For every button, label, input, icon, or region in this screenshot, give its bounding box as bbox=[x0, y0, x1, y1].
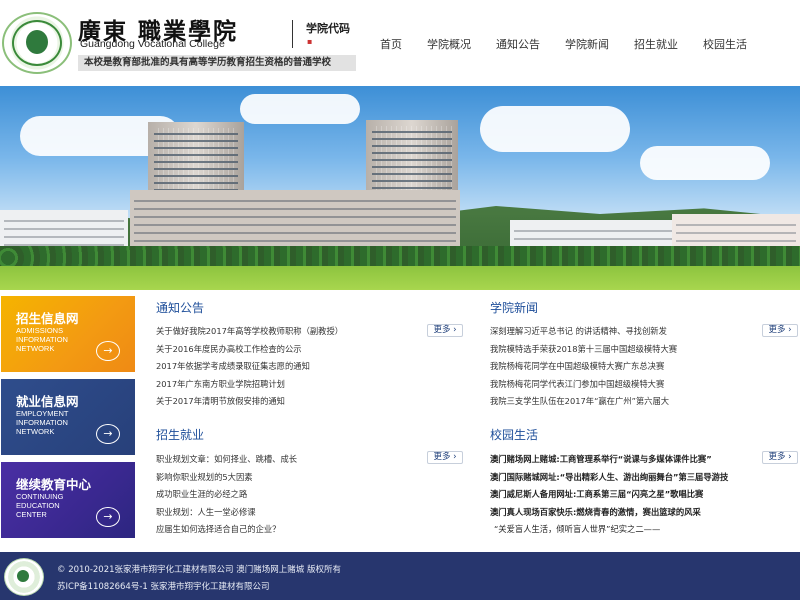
news-list: 深刻理解习近平总书记 的讲话精神、寻找创新发 我院模特选手荣获2018第十三届中… bbox=[490, 323, 758, 411]
news-heading[interactable]: 学院新闻 bbox=[490, 299, 538, 316]
footer-copyright: © 2010-2021张家港市翔宇化工建材有限公司 澳门赌场网上赌城 版权所有 bbox=[57, 565, 341, 575]
continuing-en: CONTINUING EDUCATION CENTER bbox=[16, 492, 64, 519]
continuing-title: 继续教育中心 bbox=[16, 477, 92, 492]
campus-more-button[interactable]: 更多 › bbox=[762, 451, 798, 464]
list-item[interactable]: “关爱盲人生活，倾听盲人世界”纪实之二—— bbox=[490, 521, 758, 539]
arrow-right-icon[interactable]: → bbox=[96, 341, 120, 361]
main-nav: 首页 学院概况 通知公告 学院新闻 招生就业 校园生活 bbox=[380, 36, 747, 54]
arrow-right-icon[interactable]: → bbox=[96, 424, 120, 444]
list-item[interactable]: 职业规划：人生一堂必修课 bbox=[156, 504, 424, 522]
list-item[interactable]: 澳门赌场网上赌城:工商管理系举行“说课与多媒体课件比赛” bbox=[490, 451, 758, 469]
nav-about[interactable]: 学院概况 bbox=[427, 36, 471, 54]
nav-notices[interactable]: 通知公告 bbox=[496, 36, 540, 54]
admission-title: 招生信息网 bbox=[16, 311, 79, 326]
notices-list: 关于做好我院2017年高等学校教师职称（副教授） 关于2016年度民办高校工作检… bbox=[156, 323, 424, 411]
list-item[interactable]: 我院杨梅花同学代表江门参加中国超级模特大赛 bbox=[490, 376, 758, 394]
list-item[interactable]: 影响你职业规划的5大因素 bbox=[156, 469, 424, 487]
list-item[interactable]: 深刻理解习近平总书记 的讲话精神、寻找创新发 bbox=[490, 323, 758, 341]
seal-emblem bbox=[26, 30, 48, 54]
list-item[interactable]: 澳门国际赌城网址:“导出精彩人生、游出绚丽舞台”第三届导游技 bbox=[490, 469, 758, 487]
list-item[interactable]: 我院模特选手荣获2018第十三届中国超级模特大赛 bbox=[490, 341, 758, 359]
school-slogan: 本校是教育部批准的具有高等学历教育招生资格的普通学校 bbox=[78, 55, 356, 71]
nav-home[interactable]: 首页 bbox=[380, 36, 402, 54]
campus-life-heading[interactable]: 校园生活 bbox=[490, 426, 538, 443]
employment-list: 职业规划文章：如何择业、跳槽、成长 影响你职业规划的5大因素 成功职业生涯的必经… bbox=[156, 451, 424, 539]
cloud bbox=[480, 106, 630, 152]
list-item[interactable]: 关于2016年度民办高校工作检查的公示 bbox=[156, 341, 424, 359]
employment-network-link[interactable]: 就业信息网 EMPLOYMENT INFORMATION NETWORK → bbox=[1, 379, 135, 455]
school-seal-logo[interactable] bbox=[2, 12, 72, 74]
list-item[interactable]: 我院三支学生队伍在2017年“赢在广州”第六届大 bbox=[490, 393, 758, 411]
cloud bbox=[240, 94, 360, 124]
list-item[interactable]: 关于做好我院2017年高等学校教师职称（副教授） bbox=[156, 323, 424, 341]
list-item[interactable]: 成功职业生涯的必经之路 bbox=[156, 486, 424, 504]
list-item[interactable]: 2017年依据学考成绩录取征集志愿的通知 bbox=[156, 358, 424, 376]
footer-icp[interactable]: 苏ICP备11082664号-1 张家港市翔宇化工建材有限公司 bbox=[57, 580, 270, 592]
cloud bbox=[640, 146, 770, 180]
nav-news[interactable]: 学院新闻 bbox=[565, 36, 609, 54]
lawn bbox=[0, 266, 800, 290]
admission-network-link[interactable]: 招生信息网 ADMISSIONS INFORMATION NETWORK → bbox=[1, 296, 135, 372]
continuing-education-link[interactable]: 继续教育中心 CONTINUING EDUCATION CENTER → bbox=[1, 462, 135, 538]
nav-campus-life[interactable]: 校园生活 bbox=[703, 36, 747, 54]
footer-seal-logo bbox=[4, 558, 44, 596]
school-name-en: Guangdong Vocational College bbox=[80, 38, 225, 50]
header-divider bbox=[292, 20, 293, 48]
nav-admission-employment[interactable]: 招生就业 bbox=[634, 36, 678, 54]
seal-emblem bbox=[17, 570, 29, 582]
campus-banner-image bbox=[0, 86, 800, 290]
employment-title: 就业信息网 bbox=[16, 394, 79, 409]
list-item[interactable]: 我院杨梅花同学在中国超级模特大赛广东总决赛 bbox=[490, 358, 758, 376]
news-more-button[interactable]: 更多 › bbox=[762, 324, 798, 337]
employment-heading[interactable]: 招生就业 bbox=[156, 426, 204, 443]
site-footer: © 2010-2021张家港市翔宇化工建材有限公司 澳门赌场网上赌城 版权所有 … bbox=[0, 552, 800, 600]
school-code-label: 学院代码 bbox=[306, 22, 350, 35]
list-item[interactable]: 关于2017年清明节放假安排的通知 bbox=[156, 393, 424, 411]
notices-heading[interactable]: 通知公告 bbox=[156, 299, 204, 316]
site-header: 廣東 職業學院 Guangdong Vocational College 学院代… bbox=[0, 0, 800, 86]
notices-more-button[interactable]: 更多 › bbox=[427, 324, 463, 337]
list-item[interactable]: 2017年广东南方职业学院招聘计划 bbox=[156, 376, 424, 394]
admission-en: ADMISSIONS INFORMATION NETWORK bbox=[16, 326, 68, 353]
employment-more-button[interactable]: 更多 › bbox=[427, 451, 463, 464]
code-marker-icon: ▪ bbox=[307, 37, 313, 46]
list-item[interactable]: 澳门真人现场百家快乐:燃烧青春的激情，赛出篮球的风采 bbox=[490, 504, 758, 522]
list-item[interactable]: 应届生如何选择适合自己的企业？ bbox=[156, 521, 424, 539]
campus-life-list: 澳门赌场网上赌城:工商管理系举行“说课与多媒体课件比赛” 澳门国际赌城网址:“导… bbox=[490, 451, 758, 539]
list-item[interactable]: 职业规划文章：如何择业、跳槽、成长 bbox=[156, 451, 424, 469]
arrow-right-icon[interactable]: → bbox=[96, 507, 120, 527]
list-item[interactable]: 澳门威尼斯人备用网址:工商系第三届“闪亮之星”歌唱比赛 bbox=[490, 486, 758, 504]
employment-en: EMPLOYMENT INFORMATION NETWORK bbox=[16, 409, 69, 436]
main-building bbox=[130, 190, 460, 254]
